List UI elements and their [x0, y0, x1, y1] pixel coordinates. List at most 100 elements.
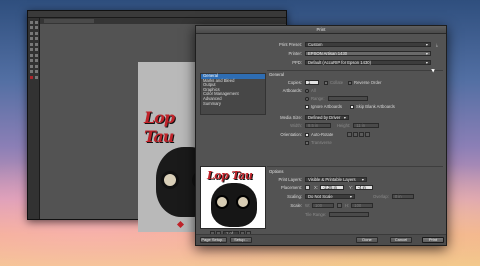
chevron-down-icon: ▾ — [425, 51, 428, 56]
transverse-row: Transverse — [305, 140, 332, 145]
blend-tool-icon[interactable] — [35, 70, 38, 73]
print-preset-select[interactable]: Custom ▾ — [305, 42, 431, 47]
skip-blank-checkbox[interactable] — [349, 104, 354, 109]
range-input[interactable] — [327, 96, 368, 101]
chevron-down-icon: ▾ — [361, 177, 364, 182]
direct-selection-tool-icon[interactable] — [35, 20, 38, 24]
range-row: Range: — [305, 96, 368, 101]
placement-row: Placement: X: -2.25 in Y: -4 in — [268, 185, 373, 190]
scale-row: Scale: W: 100 H: 100 — [268, 203, 374, 208]
collate-checkbox[interactable] — [324, 80, 328, 85]
reverse-order-checkbox[interactable] — [348, 80, 353, 85]
height-input[interactable]: 11 in — [353, 123, 380, 128]
printer-label: Printer: — [288, 51, 303, 56]
overlap-input[interactable]: 0 in — [391, 194, 414, 199]
copies-row: Copies: 1 Collate Reverse Order — [268, 80, 382, 85]
ppd-select[interactable]: Default (AccuRIP for Epson 1430) ▾ — [305, 60, 431, 65]
options-divider — [267, 166, 443, 167]
placement-y-input[interactable]: -4 in — [354, 185, 373, 190]
tile-range-input[interactable] — [329, 212, 370, 217]
cancel-button[interactable]: Cancel — [390, 237, 412, 243]
setup-button[interactable]: Setup... — [230, 237, 252, 243]
range-radio[interactable] — [305, 96, 309, 101]
landscape-icon[interactable] — [353, 132, 359, 137]
print-layers-select[interactable]: Visible & Printable Layers ▾ — [305, 177, 367, 182]
overlap-label: Overlap: — [373, 194, 389, 199]
category-list: General Marks and Bleed Output Graphics … — [200, 73, 266, 115]
width-input[interactable]: 8.5 in — [305, 123, 331, 128]
range-label: Range: — [311, 96, 325, 101]
landscape-flipped-icon[interactable] — [365, 132, 371, 137]
print-button[interactable]: Print — [422, 237, 444, 243]
all-artboards-radio[interactable] — [305, 88, 309, 93]
copies-input[interactable]: 1 — [305, 80, 319, 85]
save-preset-icon[interactable]: ⤓ — [436, 42, 438, 47]
scale-tool-icon[interactable] — [35, 48, 38, 51]
fill-color-icon[interactable] — [30, 75, 33, 79]
print-layers-label: Print Layers: — [278, 177, 302, 182]
auto-rotate-checkbox[interactable] — [305, 132, 309, 137]
chevron-down-icon: ▾ — [425, 42, 428, 47]
artwork-diamond — [176, 220, 185, 229]
stroke-color-icon[interactable] — [35, 75, 38, 79]
scaling-row: Scaling: Do Not Scale ▾ Overlap: 0 in — [268, 194, 414, 199]
ppd-label: PPD: — [292, 60, 302, 65]
magic-wand-tool-icon[interactable] — [30, 26, 33, 29]
pen-tool-icon[interactable] — [30, 31, 33, 35]
copies-label: Copies: — [287, 80, 302, 85]
scaling-label: Scaling: — [287, 194, 302, 199]
eyedropper-tool-icon[interactable] — [30, 70, 33, 73]
mesh-tool-icon[interactable] — [30, 64, 33, 68]
gradient-tool-icon[interactable] — [35, 64, 38, 68]
done-button[interactable]: Done — [356, 237, 378, 243]
link-icon[interactable] — [337, 203, 343, 208]
perspective-tool-icon[interactable] — [35, 59, 38, 62]
warp-tool-icon[interactable] — [30, 53, 33, 57]
chevron-down-icon: ▾ — [343, 115, 346, 120]
dialog-title: Print — [196, 26, 446, 34]
brush-tool-icon[interactable] — [30, 42, 33, 46]
media-size-value: Defined by Driver — [308, 115, 341, 120]
tools-panel — [28, 18, 40, 219]
chevron-down-icon: ▾ — [425, 60, 428, 65]
scaling-value: Do Not Scale — [308, 194, 333, 199]
document-tab[interactable] — [44, 19, 94, 23]
general-section-label: General — [269, 72, 284, 77]
category-summary[interactable]: Summary — [201, 101, 265, 107]
rotate-tool-icon[interactable] — [30, 48, 33, 51]
preview-skull — [211, 183, 257, 227]
scale-w-input[interactable]: 100 — [312, 203, 335, 208]
tile-range-row: Tile Range: — [305, 212, 370, 217]
preview-left-eye — [215, 195, 229, 209]
width-label: Width: — [290, 123, 302, 128]
placement-label: Placement: — [281, 185, 302, 190]
pencil-tool-icon[interactable] — [35, 42, 38, 46]
selection-tool-icon[interactable] — [30, 20, 33, 24]
scaling-select[interactable]: Do Not Scale ▾ — [305, 194, 355, 199]
portrait-icon[interactable] — [347, 132, 353, 137]
print-preset-value: Custom — [308, 42, 323, 47]
rectangle-tool-icon[interactable] — [35, 37, 38, 40]
media-size-select[interactable]: Defined by Driver ▾ — [305, 115, 349, 120]
type-tool-icon[interactable] — [35, 31, 38, 35]
ignore-artboards-checkbox[interactable] — [305, 104, 309, 109]
ppd-row: PPD: Default (AccuRIP for Epson 1430) ▾ — [256, 60, 431, 65]
artboards-label: Artboards: — [282, 88, 302, 93]
tile-range-label: Tile Range: — [305, 212, 327, 217]
printer-value: EPSON Artisan 1430 — [308, 51, 348, 56]
transverse-checkbox[interactable] — [305, 140, 309, 145]
print-preview[interactable]: Lop Tau — [200, 166, 266, 229]
print-layers-row: Print Layers: Visible & Printable Layers… — [268, 177, 367, 182]
dialog-footer: Page Setup... Setup... Done Cancel Print — [196, 234, 446, 245]
free-transform-tool-icon[interactable] — [35, 53, 38, 57]
placement-anchor-icon[interactable] — [305, 185, 310, 190]
page-setup-button[interactable]: Page Setup... — [200, 237, 227, 243]
lasso-tool-icon[interactable] — [35, 26, 38, 29]
placement-x-input[interactable]: -2.25 in — [319, 185, 344, 190]
scale-h-input[interactable]: 100 — [351, 203, 374, 208]
print-preset-label: Print Preset: — [278, 42, 302, 47]
printer-select[interactable]: EPSON Artisan 1430 ▾ — [305, 51, 431, 56]
portrait-flipped-icon[interactable] — [359, 132, 365, 137]
line-tool-icon[interactable] — [30, 37, 33, 40]
shape-builder-tool-icon[interactable] — [30, 59, 33, 62]
